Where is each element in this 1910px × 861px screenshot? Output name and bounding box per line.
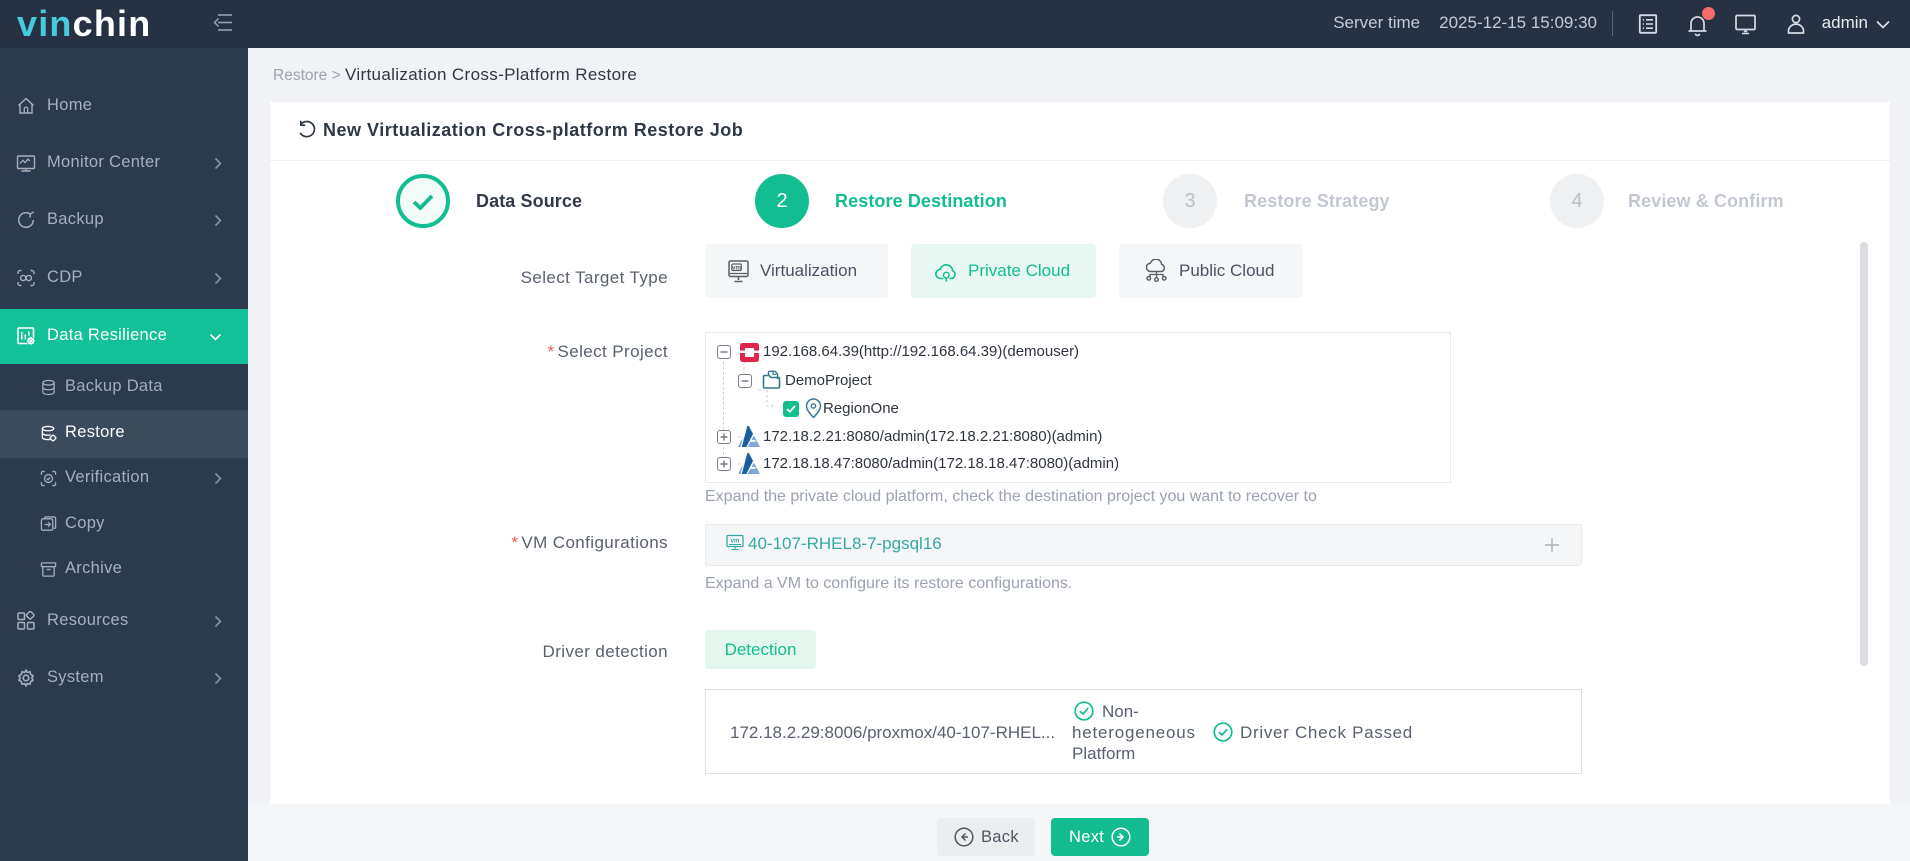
svg-text:vm: vm	[732, 265, 741, 271]
svg-text:vm: vm	[731, 539, 740, 545]
